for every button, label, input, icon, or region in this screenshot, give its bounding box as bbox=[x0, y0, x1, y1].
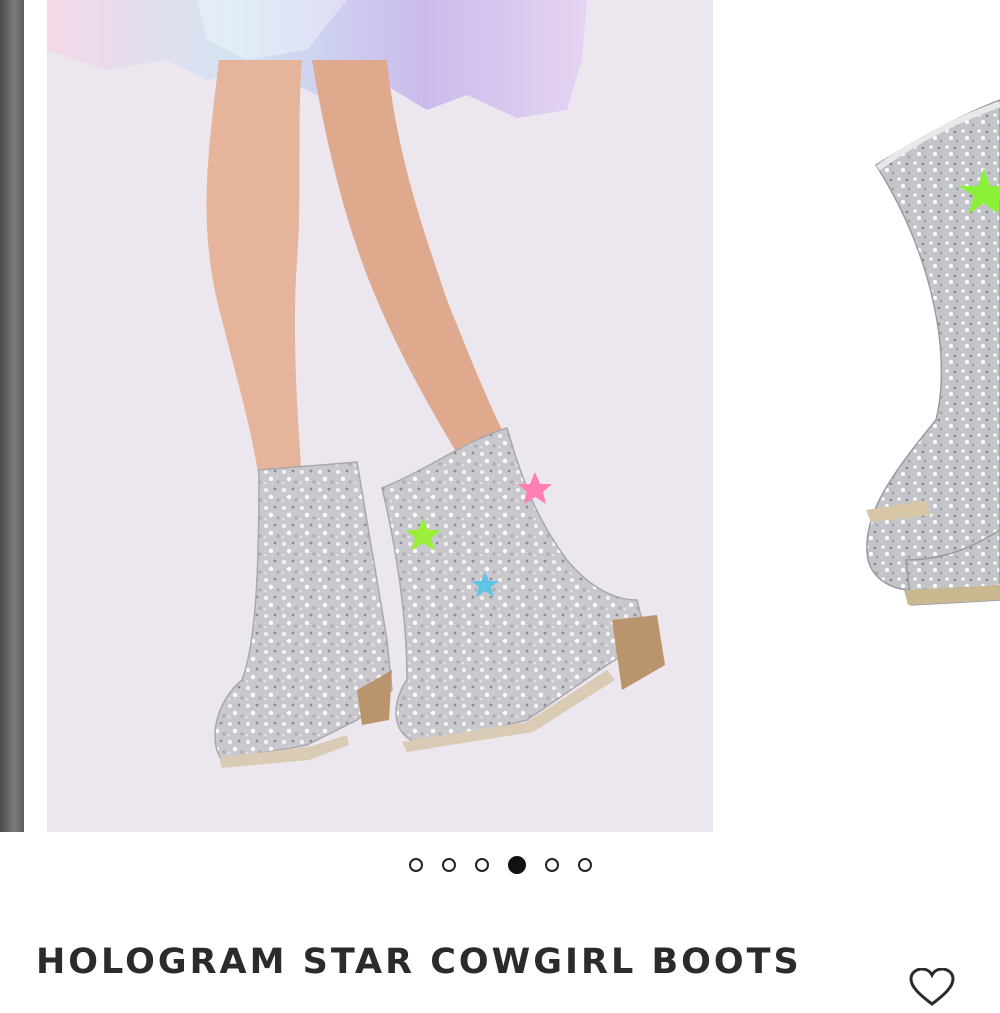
main-product-image[interactable] bbox=[47, 0, 713, 832]
carousel-dot-6[interactable] bbox=[577, 858, 592, 872]
carousel-dot-1[interactable] bbox=[408, 858, 423, 872]
previous-image-peek[interactable] bbox=[0, 0, 24, 832]
carousel-dot-2[interactable] bbox=[441, 858, 456, 872]
carousel-dot-4-active[interactable] bbox=[507, 856, 526, 874]
carousel-dot-3[interactable] bbox=[474, 858, 489, 872]
carousel-dot-5[interactable] bbox=[544, 858, 559, 872]
heart-outline-icon bbox=[909, 967, 955, 1006]
image-carousel[interactable] bbox=[0, 0, 1000, 832]
next-image-peek[interactable] bbox=[736, 0, 1000, 832]
carousel-pagination bbox=[0, 856, 1000, 878]
product-title: HOLOGRAM STAR COWGIRL BOOTS bbox=[36, 942, 802, 982]
wishlist-button[interactable] bbox=[906, 967, 958, 1008]
